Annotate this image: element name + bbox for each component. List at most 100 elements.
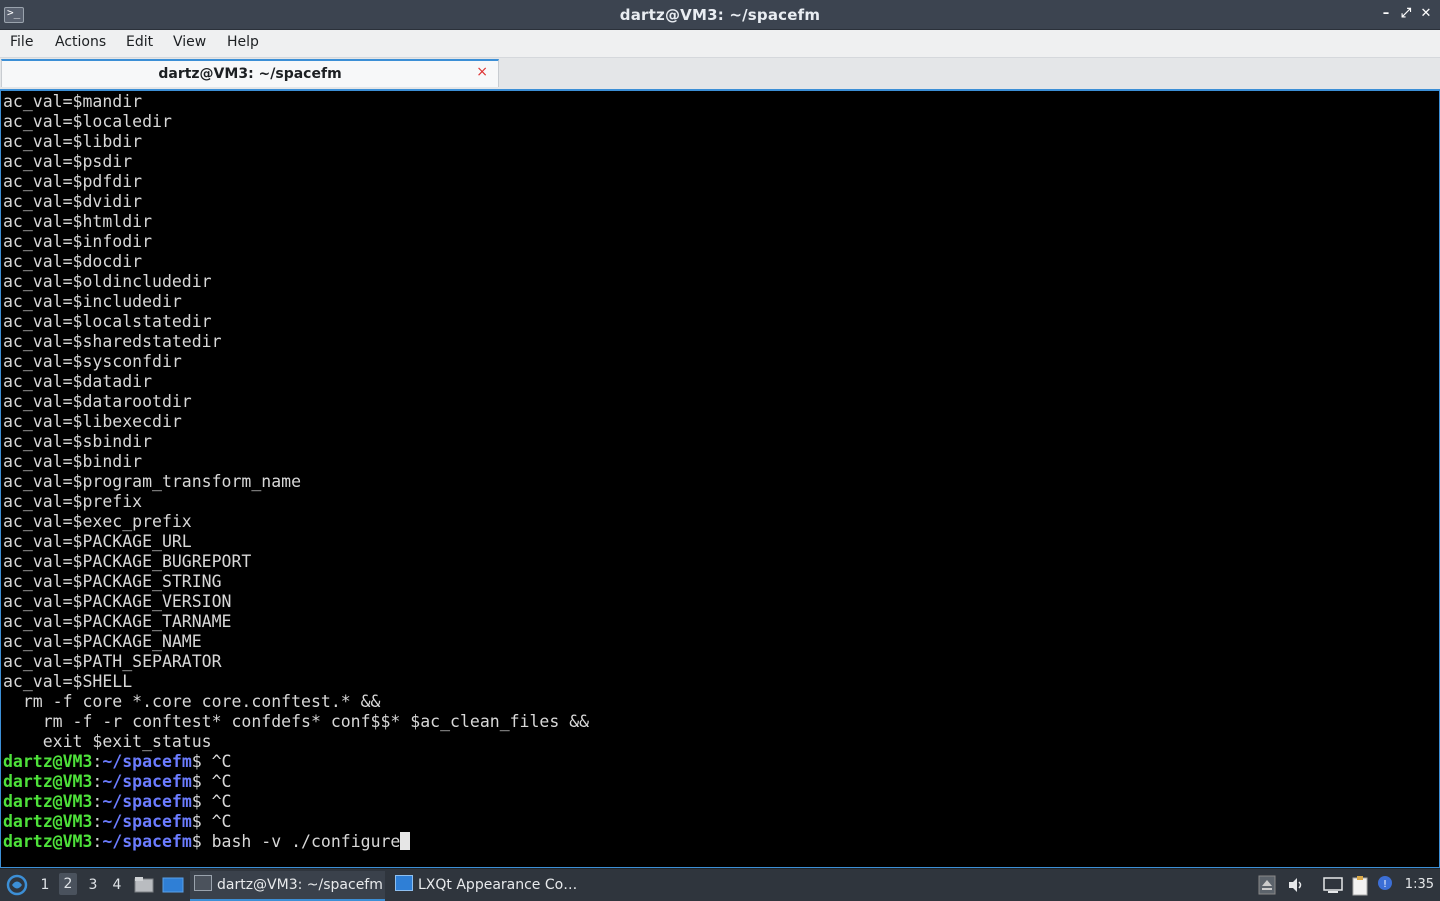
terminal-line: ac_val=$includedir — [3, 292, 182, 311]
desktop-3[interactable]: 3 — [84, 877, 102, 893]
maximize-icon[interactable]: ⤢ — [1398, 6, 1414, 22]
terminal-line: ac_val=$sharedstatedir — [3, 332, 222, 351]
prompt-command: ^C — [211, 772, 232, 791]
minimize-icon[interactable]: – — [1378, 6, 1394, 22]
prompt-path: ~/spacefm — [102, 752, 192, 771]
task-label: dartz@VM3: ~/spacefm — [217, 877, 383, 893]
text-cursor — [400, 832, 411, 850]
prompt-line: dartz@VM3:~/spacefm$ ^C — [3, 772, 589, 792]
eject-icon[interactable] — [1258, 875, 1278, 895]
clock[interactable]: 1:35 — [1405, 877, 1434, 892]
terminal-line: ac_val=$datarootdir — [3, 392, 192, 411]
terminal-line: ac_val=$exec_prefix — [3, 512, 192, 531]
prompt-user: dartz@VM3 — [3, 772, 93, 791]
prompt-command: ^C — [211, 792, 232, 811]
terminal-line: ac_val=$datadir — [3, 372, 153, 391]
prompt-line: dartz@VM3:~/spacefm$ bash -v ./configure — [3, 832, 589, 852]
menu-bar: File Actions Edit View Help — [0, 30, 1440, 58]
prompt-command: ^C — [211, 812, 232, 831]
prompt-path: ~/spacefm — [102, 792, 192, 811]
terminal-line: ac_val=$libdir — [3, 132, 143, 151]
prompt-separator: : — [92, 752, 103, 771]
prompt-symbol: $ — [191, 812, 212, 831]
terminal-line: ac_val=$program_transform_name — [3, 472, 302, 491]
terminal-line: ac_val=$mandir — [3, 92, 143, 111]
prompt-path: ~/spacefm — [102, 832, 192, 851]
prompt-command: bash -v ./configure — [211, 832, 401, 851]
file-manager-icon[interactable] — [134, 869, 154, 901]
terminal-line: ac_val=$localstatedir — [3, 312, 212, 331]
terminal-line: ac_val=$pdfdir — [3, 172, 143, 191]
terminal-line: ac_val=$PACKAGE_NAME — [3, 632, 202, 651]
prompt-user: dartz@VM3 — [3, 792, 93, 811]
terminal-line: ac_val=$docdir — [3, 252, 143, 271]
appearance-icon — [395, 875, 413, 891]
prompt-symbol: $ — [191, 792, 212, 811]
svg-text:!: ! — [1383, 879, 1387, 890]
prompt-line: dartz@VM3:~/spacefm$ ^C — [3, 752, 589, 772]
prompt-symbol: $ — [191, 772, 212, 791]
terminal-line: ac_val=$PACKAGE_TARNAME — [3, 612, 232, 631]
task-appearance[interactable]: LXQt Appearance Co… — [391, 871, 581, 899]
task-label: LXQt Appearance Co… — [418, 877, 578, 893]
prompt-separator: : — [92, 812, 103, 831]
prompt-separator: : — [92, 832, 103, 851]
prompt-path: ~/spacefm — [102, 772, 192, 791]
tab-label: dartz@VM3: ~/spacefm — [158, 66, 342, 82]
menu-view[interactable]: View — [173, 34, 206, 50]
terminal-line: ac_val=$sbindir — [3, 432, 153, 451]
prompt-user: dartz@VM3 — [3, 812, 93, 831]
prompt-symbol: $ — [191, 752, 212, 771]
terminal-line: ac_val=$psdir — [3, 152, 133, 171]
volume-icon[interactable] — [1286, 875, 1306, 895]
terminal-line: ac_val=$sysconfdir — [3, 352, 182, 371]
prompt-separator: : — [92, 792, 103, 811]
terminal-line: rm -f -r conftest* confdefs* conf$$* $ac… — [3, 712, 590, 731]
clipboard-icon[interactable] — [1350, 875, 1370, 896]
terminal-line: ac_val=$SHELL — [3, 672, 133, 691]
menu-file[interactable]: File — [10, 34, 33, 50]
notification-icon[interactable]: ! — [1376, 875, 1396, 895]
prompt-command: ^C — [211, 752, 232, 771]
prompt-user: dartz@VM3 — [3, 752, 93, 771]
terminal-line: ac_val=$PACKAGE_STRING — [3, 572, 222, 591]
tab-close-icon[interactable]: × — [476, 64, 488, 80]
task-terminal[interactable]: dartz@VM3: ~/spacefm — [190, 871, 385, 901]
menu-actions[interactable]: Actions — [55, 34, 106, 50]
terminal-line: ac_val=$PACKAGE_VERSION — [3, 592, 232, 611]
terminal-icon — [194, 875, 212, 891]
network-icon[interactable] — [1322, 875, 1343, 895]
prompt-line: dartz@VM3:~/spacefm$ ^C — [3, 812, 589, 832]
menu-help[interactable]: Help — [227, 34, 259, 50]
terminal-line: exit $exit_status — [3, 732, 212, 751]
terminal-line: ac_val=$prefix — [3, 492, 143, 511]
terminal-output: ac_val=$mandir ac_val=$localedir ac_val=$l… — [3, 92, 589, 852]
lxqt-menu-icon[interactable] — [4, 869, 28, 901]
terminal-line: ac_val=$bindir — [3, 452, 143, 471]
terminal-line: ac_val=$htmldir — [3, 212, 153, 231]
show-desktop-icon[interactable] — [162, 869, 184, 901]
menu-edit[interactable]: Edit — [126, 34, 153, 50]
terminal-line: ac_val=$PATH_SEPARATOR — [3, 652, 222, 671]
terminal-line: ac_val=$PACKAGE_URL — [3, 532, 192, 551]
prompt-line: dartz@VM3:~/spacefm$ ^C — [3, 792, 589, 812]
prompt-symbol: $ — [191, 832, 212, 851]
prompt-path: ~/spacefm — [102, 812, 192, 831]
terminal-line: rm -f core *.core core.conftest.* && — [3, 692, 381, 711]
taskbar: 1 2 3 4 dartz@VM3: ~/spacefm LXQt Appear… — [0, 868, 1440, 901]
terminal-view[interactable]: ac_val=$mandir ac_val=$localedir ac_val=$l… — [0, 91, 1440, 868]
window-title: dartz@VM3: ~/spacefm — [619, 6, 821, 24]
prompt-separator: : — [92, 772, 103, 791]
terminal-line: ac_val=$oldincludedir — [3, 272, 212, 291]
tab-bar: dartz@VM3: ~/spacefm × — [0, 58, 1440, 91]
tab-terminal[interactable]: dartz@VM3: ~/spacefm × — [1, 59, 499, 87]
terminal-line: ac_val=$dvidir — [3, 192, 143, 211]
desktop-4[interactable]: 4 — [108, 877, 126, 893]
close-icon[interactable]: ✕ — [1418, 6, 1434, 22]
desktop-2[interactable]: 2 — [59, 873, 77, 895]
window-titlebar[interactable]: >_ dartz@VM3: ~/spacefm – ⤢ ✕ — [0, 0, 1440, 30]
terminal-line: ac_val=$localedir — [3, 112, 172, 131]
terminal-line: ac_val=$infodir — [3, 232, 153, 251]
desktop-1[interactable]: 1 — [36, 877, 54, 893]
prompt-user: dartz@VM3 — [3, 832, 93, 851]
